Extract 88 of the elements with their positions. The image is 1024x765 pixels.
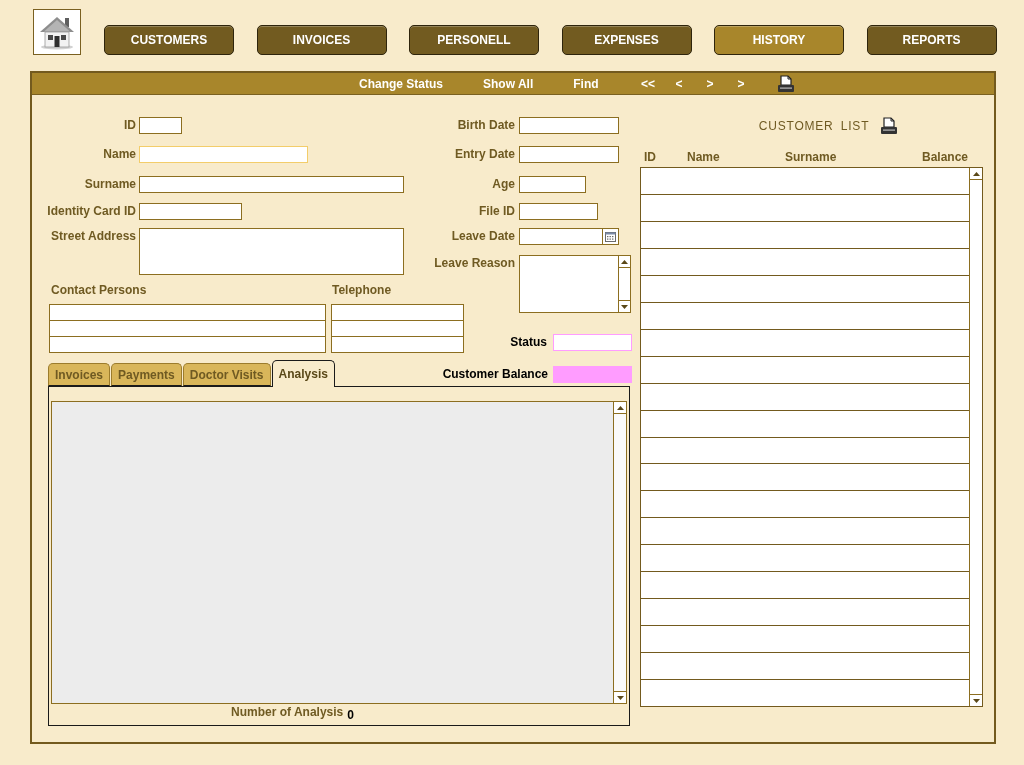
field-label: Identity Card ID <box>47 203 136 220</box>
column-header: ID <box>643 150 657 164</box>
tab[interactable]: Invoices <box>48 363 111 386</box>
calendar-button[interactable] <box>602 229 618 244</box>
field-label: Entry Date <box>454 146 515 163</box>
list-row[interactable] <box>641 437 969 465</box>
toolbar-button[interactable]: Find <box>553 74 619 93</box>
field-label: Birth Date <box>457 117 515 134</box>
input-field[interactable] <box>519 146 619 163</box>
page-nav-button[interactable]: < <box>663 74 695 93</box>
nav-button[interactable]: PERSONELL <box>409 25 539 55</box>
balance-field[interactable] <box>553 366 632 383</box>
list-row[interactable] <box>641 194 969 222</box>
field-label: ID <box>124 117 136 134</box>
input-field[interactable] <box>139 176 404 193</box>
page-nav-button[interactable]: > <box>725 74 757 93</box>
section-title: CUSTOMER LIST <box>758 118 870 133</box>
list-row[interactable] <box>641 680 969 707</box>
arrow-down-icon[interactable] <box>621 304 628 309</box>
list-row[interactable] <box>641 572 969 600</box>
field-label: Age <box>492 176 515 193</box>
nav-button[interactable]: INVOICES <box>256 25 387 55</box>
tab[interactable]: Doctor Visits <box>182 363 271 386</box>
text-area[interactable] <box>139 228 404 275</box>
status-field[interactable] <box>553 334 632 351</box>
scrollbar[interactable] <box>969 168 982 706</box>
count-value: 0 <box>347 707 354 722</box>
scrollbar[interactable] <box>618 256 630 312</box>
arrow-down-icon[interactable] <box>616 695 624 700</box>
date-field[interactable] <box>519 228 619 245</box>
input-field[interactable] <box>519 203 598 220</box>
printer-icon[interactable] <box>776 74 795 93</box>
page-nav-button[interactable]: > <box>694 74 726 93</box>
column-label: Contact Persons <box>50 284 147 297</box>
list-row[interactable] <box>641 329 969 357</box>
list-row[interactable] <box>641 518 969 546</box>
count-label: Number of Analysis <box>231 704 344 721</box>
nav-button[interactable]: HISTORY <box>714 25 844 55</box>
printer-icon[interactable] <box>880 116 899 135</box>
page-nav-button[interactable]: << <box>632 74 664 93</box>
list-row[interactable] <box>641 275 969 303</box>
field-label: File ID <box>479 203 515 220</box>
list-row[interactable] <box>641 464 969 492</box>
column-header: Balance <box>921 150 969 164</box>
list-row[interactable] <box>641 168 969 195</box>
input-field[interactable] <box>139 203 242 220</box>
house-icon <box>38 14 76 50</box>
list-row[interactable] <box>641 356 969 384</box>
table-cell[interactable] <box>49 336 326 353</box>
tab[interactable]: Payments <box>111 363 182 386</box>
list-row[interactable] <box>641 599 969 627</box>
arrow-up-icon[interactable] <box>616 405 624 410</box>
column-header: Name <box>687 150 721 164</box>
input-field[interactable] <box>519 117 619 134</box>
list-row[interactable] <box>641 653 969 681</box>
toolbar-button[interactable]: Change Status <box>339 74 463 93</box>
home-button[interactable] <box>33 9 81 55</box>
list-row[interactable] <box>641 302 969 330</box>
calendar-icon <box>605 231 616 242</box>
list-row[interactable] <box>641 545 969 573</box>
field-label: Name <box>103 146 136 163</box>
arrow-down-icon[interactable] <box>972 698 980 703</box>
tab[interactable]: Analysis <box>271 360 335 387</box>
status-label: Status <box>510 334 547 351</box>
scrollbar[interactable] <box>613 402 626 703</box>
list-row[interactable] <box>641 383 969 411</box>
field-label: Leave Date <box>451 228 515 245</box>
column-label: Telephone <box>331 284 392 297</box>
list-row[interactable] <box>641 410 969 438</box>
nav-button[interactable]: EXPENSES <box>561 25 692 55</box>
arrow-up-icon[interactable] <box>972 171 980 176</box>
arrow-up-icon[interactable] <box>621 259 628 264</box>
list-row[interactable] <box>641 491 969 519</box>
text-area[interactable] <box>519 255 631 313</box>
balance-label: Customer Balance <box>442 366 548 383</box>
nav-button[interactable]: REPORTS <box>866 25 997 55</box>
toolbar-button[interactable]: Show All <box>463 74 554 93</box>
nav-button[interactable]: CUSTOMERS <box>104 25 234 55</box>
input-field[interactable] <box>519 176 586 193</box>
column-header: Surname <box>785 150 838 164</box>
list-row[interactable] <box>641 221 969 249</box>
list-row[interactable] <box>641 248 969 276</box>
field-label: Surname <box>84 176 136 193</box>
table-cell[interactable] <box>331 336 464 353</box>
field-label: Street Address <box>51 228 136 245</box>
list-row[interactable] <box>641 626 969 654</box>
input-field[interactable] <box>139 117 182 134</box>
field-label: Leave Reason <box>434 255 515 272</box>
